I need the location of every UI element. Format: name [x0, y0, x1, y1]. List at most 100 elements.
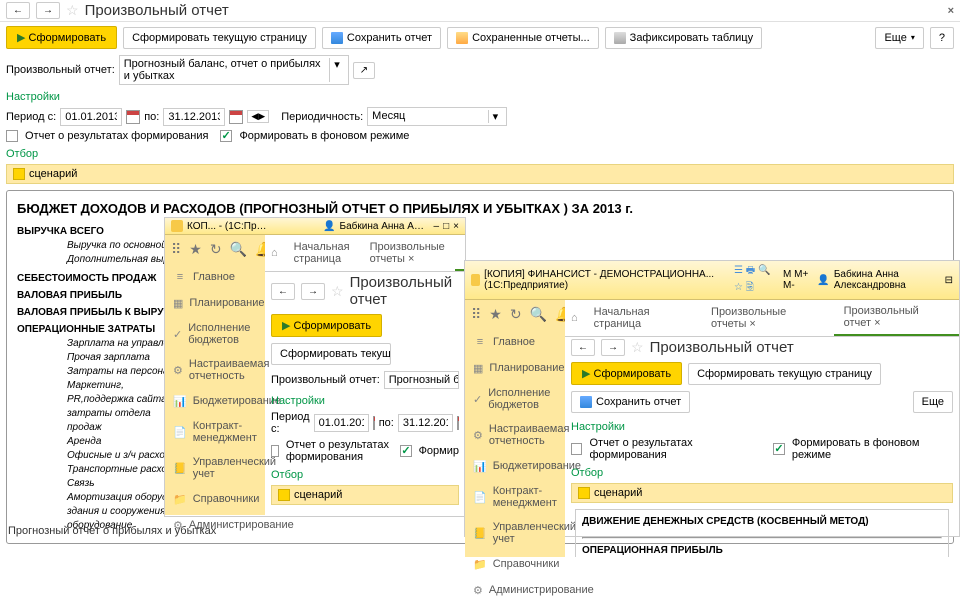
results-checkbox[interactable] [271, 445, 279, 457]
saved-reports-button[interactable]: Сохраненные отчеты... [447, 27, 599, 49]
sidebar-item-contract[interactable]: 📄Контракт-менеджмент [465, 479, 565, 515]
form-button[interactable]: Сформировать [271, 314, 382, 337]
form-button[interactable]: Сформировать [6, 26, 117, 49]
sidebar-item-mgmt[interactable]: 📒Управленческий учет [165, 450, 265, 486]
star-icon[interactable]: ☆ [66, 2, 79, 19]
report-select[interactable]: Прогнозный баланс, отчет о прибылях и уб… [119, 55, 349, 85]
chart-icon: 📊 [173, 394, 187, 408]
back-button[interactable]: ← [571, 339, 595, 356]
sidebar-item-admin[interactable]: ⚙Администрирование [165, 512, 265, 538]
star-icon[interactable]: ★ [489, 306, 502, 323]
history-icon[interactable]: ↻ [210, 241, 222, 258]
sidebar-item-refs[interactable]: 📁Справочники [465, 551, 565, 577]
calendar-icon[interactable] [457, 416, 459, 430]
tab-reports[interactable]: Произвольные отчеты × [701, 301, 834, 335]
sidebar-item-planning[interactable]: ▦Планирование [165, 290, 265, 316]
close-icon[interactable]: × [948, 5, 954, 17]
settings-label: Настройки [0, 87, 960, 105]
background-checkbox[interactable] [220, 130, 232, 142]
date-to-input[interactable] [398, 414, 453, 432]
background-checkbox[interactable] [400, 445, 411, 457]
calendar-icon[interactable] [373, 416, 375, 430]
tab-home[interactable]: Начальная страница [584, 301, 701, 335]
back-button[interactable]: ← [271, 283, 295, 300]
page-title: Произвольный отчет [350, 274, 459, 308]
chevron-down-icon[interactable]: ▾ [329, 58, 344, 82]
page-title: Произвольный отчет [85, 2, 229, 19]
sidebar-item-admin[interactable]: ⚙Администрирование [465, 577, 565, 603]
form-page-button[interactable]: Сформировать текущую страницу [123, 27, 316, 49]
diskette-icon [331, 32, 343, 44]
results-checkbox[interactable] [571, 443, 582, 455]
calendar-icon[interactable] [126, 110, 140, 124]
folder-icon: 📁 [173, 492, 187, 506]
sidebar: ⠿ ★ ↻ 🔍 🔔 ≡Главное ▦Планирование ✓Исполн… [165, 235, 265, 515]
sidebar-item-budgeting[interactable]: 📊Бюджетирование [165, 388, 265, 414]
date-to-input[interactable] [163, 108, 225, 126]
back-button[interactable]: ← [6, 2, 30, 19]
menu-icon[interactable]: ⠿ [171, 241, 181, 258]
chevron-down-icon[interactable]: ▾ [488, 110, 503, 123]
home-icon[interactable]: ⌂ [265, 243, 284, 263]
form-page-button[interactable]: Сформировать текущую страницу [271, 343, 391, 365]
forward-button[interactable]: → [601, 339, 625, 356]
history-icon[interactable]: ↻ [510, 306, 522, 323]
fix-table-button[interactable]: Зафиксировать таблицу [605, 27, 762, 49]
sidebar-item-main[interactable]: ≡Главное [465, 329, 565, 355]
folder-icon [456, 32, 468, 44]
star-icon[interactable]: ☆ [631, 339, 644, 356]
star-icon[interactable]: ★ [189, 241, 202, 258]
menu-icon[interactable]: ⠿ [471, 306, 481, 323]
table-icon [614, 32, 626, 44]
sidebar-item-reporting[interactable]: ⚙Настраиваемая отчетность [465, 417, 565, 453]
periodicity-select[interactable]: Месяц▾ [367, 107, 507, 126]
save-report-button[interactable]: Сохранить отчет [322, 27, 441, 49]
search-icon[interactable]: 🔍 [230, 241, 247, 258]
sidebar-item-reporting[interactable]: ⚙Настраиваемая отчетность [165, 352, 265, 388]
app-icon [171, 220, 183, 232]
sidebar-item-contract[interactable]: 📄Контракт-менеджмент [165, 414, 265, 450]
minimize-icon[interactable]: – [434, 221, 440, 232]
date-shift-button[interactable]: ◀▶ [247, 110, 269, 123]
report-select[interactable]: Прогнозный баланс, отчет о прибылях и уб… [384, 371, 459, 389]
background-checkbox[interactable] [773, 443, 784, 455]
sidebar: ⠿ ★ ↻ 🔍 🔔 ≡Главное ▦Планирование ✓Исполн… [465, 300, 565, 557]
help-button[interactable]: ? [930, 27, 954, 49]
calendar-icon[interactable] [229, 110, 243, 124]
tab-report[interactable]: Произвольный отчет × [834, 300, 959, 336]
book-icon: 📒 [173, 461, 187, 475]
sidebar-item-main[interactable]: ≡Главное [165, 264, 265, 290]
results-checkbox[interactable] [6, 130, 18, 142]
home-icon: ≡ [173, 270, 187, 284]
open-report-button[interactable]: ↗ [353, 62, 375, 79]
form-button[interactable]: Сформировать [571, 362, 682, 385]
more-button[interactable]: Еще ▾ [875, 27, 923, 49]
sidebar-item-budgets[interactable]: ✓Исполнение бюджетов [165, 316, 265, 352]
more-button[interactable]: Еще [913, 391, 953, 413]
date-from-input[interactable] [60, 108, 122, 126]
star-icon[interactable]: ☆ [331, 283, 344, 300]
sidebar-item-budgeting[interactable]: 📊Бюджетирование [465, 453, 565, 479]
close-icon[interactable]: × [453, 221, 459, 232]
date-from-input[interactable] [314, 414, 369, 432]
filter-row[interactable]: сценарий [571, 483, 953, 503]
save-report-button[interactable]: Сохранить отчет [571, 391, 690, 413]
sidebar-item-planning[interactable]: ▦Планирование [465, 355, 565, 381]
close-icon[interactable]: ⊟ [945, 275, 953, 286]
maximize-icon[interactable]: □ [443, 221, 449, 232]
tab-home[interactable]: Начальная страница [284, 236, 360, 270]
forward-button[interactable]: → [301, 283, 325, 300]
tab-reports[interactable]: Произвольные отчеты × [360, 236, 455, 270]
sidebar-item-budgets[interactable]: ✓Исполнение бюджетов [465, 381, 565, 417]
home-icon[interactable]: ⌂ [565, 308, 584, 328]
form-page-button[interactable]: Сформировать текущую страницу [688, 363, 881, 385]
sidebar-item-refs[interactable]: 📁Справочники [165, 486, 265, 512]
app-icon [471, 274, 480, 286]
search-icon[interactable]: 🔍 [530, 306, 547, 323]
filter-row[interactable]: сценарий [271, 485, 459, 505]
sidebar-item-mgmt[interactable]: 📒Управленческий учет [465, 515, 565, 551]
forward-button[interactable]: → [36, 2, 60, 19]
check-icon: ✓ [173, 327, 182, 341]
filter-row[interactable]: сценарий [6, 164, 954, 184]
report-label: Произвольный отчет: [6, 64, 115, 76]
